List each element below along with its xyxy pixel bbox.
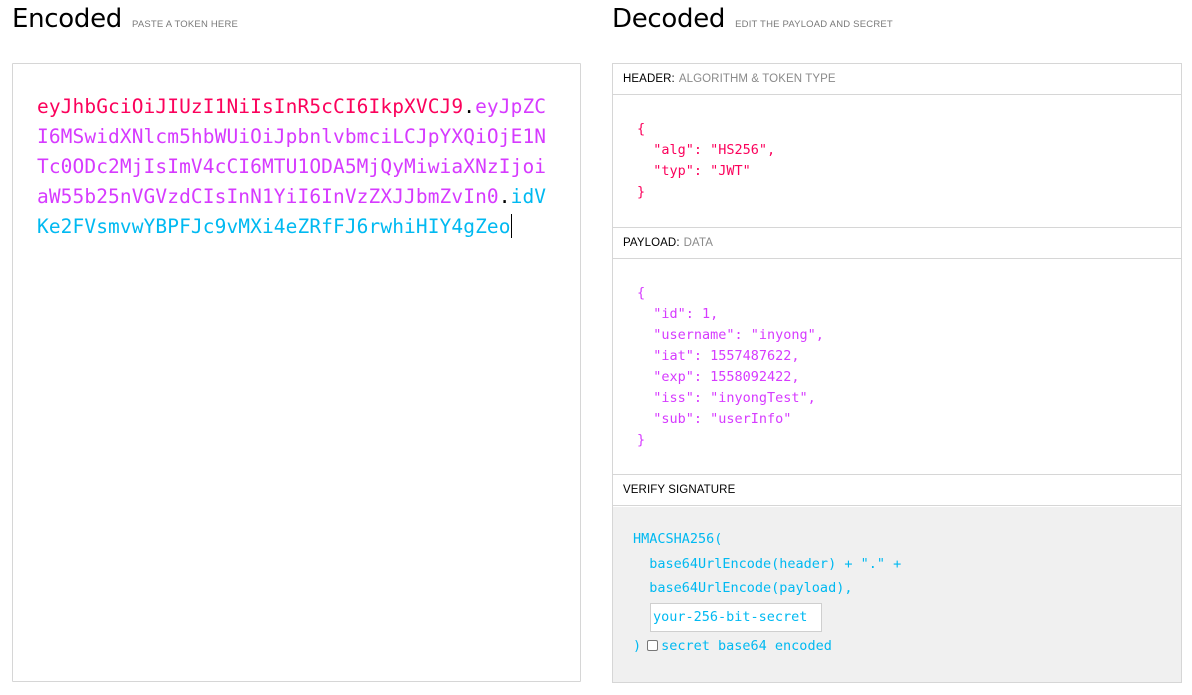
encoded-subtitle: PASTE A TOKEN HERE	[132, 19, 239, 30]
token-textarea[interactable]: eyJhbGciOiJIUzI1NiIsInR5cCI6IkpXVCJ9.eyJ…	[12, 63, 581, 682]
decoded-subtitle: EDIT THE PAYLOAD AND SECRET	[735, 19, 893, 30]
secret-input[interactable]	[650, 602, 822, 632]
payload-json: { "id": 1, "username": "inyong", "iat": …	[637, 285, 824, 448]
signature-section-title: VERIFY SIGNATURE	[613, 475, 1181, 506]
text-caret	[510, 214, 512, 238]
header-label: HEADER:	[623, 73, 675, 85]
base64-checkbox[interactable]	[647, 639, 659, 651]
token-dot: .	[463, 95, 476, 118]
payload-editor[interactable]: { "id": 1, "username": "inyong", "iat": …	[613, 259, 1181, 475]
signature-close-row: ) secret base64 encoded	[633, 634, 1161, 659]
encoded-panel: Encoded PASTE A TOKEN HERE eyJhbGciOiJIU…	[12, 0, 581, 682]
signature-label: VERIFY SIGNATURE	[623, 484, 736, 496]
header-hint: ALGORITHM & TOKEN TYPE	[678, 73, 836, 85]
decoded-heading: Decoded EDIT THE PAYLOAD AND SECRET	[612, 0, 1181, 40]
encoded-heading: Encoded PASTE A TOKEN HERE	[12, 0, 581, 40]
signature-header-arg: base64UrlEncode(header) + "." +	[633, 555, 902, 572]
header-editor[interactable]: { "alg": "HS256", "typ": "JWT" }	[613, 95, 1181, 228]
token-header-part: eyJhbGciOiJIUzI1NiIsInR5cCI6IkpXVCJ9	[37, 95, 464, 118]
signature-body: HMACSHA256( base64UrlEncode(header) + ".…	[613, 507, 1181, 682]
payload-hint: DATA	[683, 237, 713, 249]
decoded-title: Decoded	[612, 4, 726, 34]
header-section-title: HEADER: ALGORITHM & TOKEN TYPE	[613, 64, 1181, 95]
encoded-title: Encoded	[12, 4, 123, 34]
token-dot: .	[498, 185, 511, 208]
signature-payload-arg: base64UrlEncode(payload),	[633, 580, 853, 596]
base64-checkbox-label[interactable]: secret base64 encoded	[661, 638, 832, 654]
decoded-panel: Decoded EDIT THE PAYLOAD AND SECRET HEAD…	[612, 0, 1182, 683]
token-text: eyJhbGciOiJIUzI1NiIsInR5cCI6IkpXVCJ9.eyJ…	[37, 92, 556, 242]
signature-func-open: HMACSHA256(	[633, 531, 723, 547]
header-json: { "alg": "HS256", "typ": "JWT" }	[637, 121, 776, 200]
payload-label: PAYLOAD:	[623, 237, 680, 249]
decoded-box: HEADER: ALGORITHM & TOKEN TYPE { "alg": …	[612, 63, 1182, 683]
payload-section-title: PAYLOAD: DATA	[613, 228, 1181, 259]
signature-func-close: )	[633, 637, 642, 654]
